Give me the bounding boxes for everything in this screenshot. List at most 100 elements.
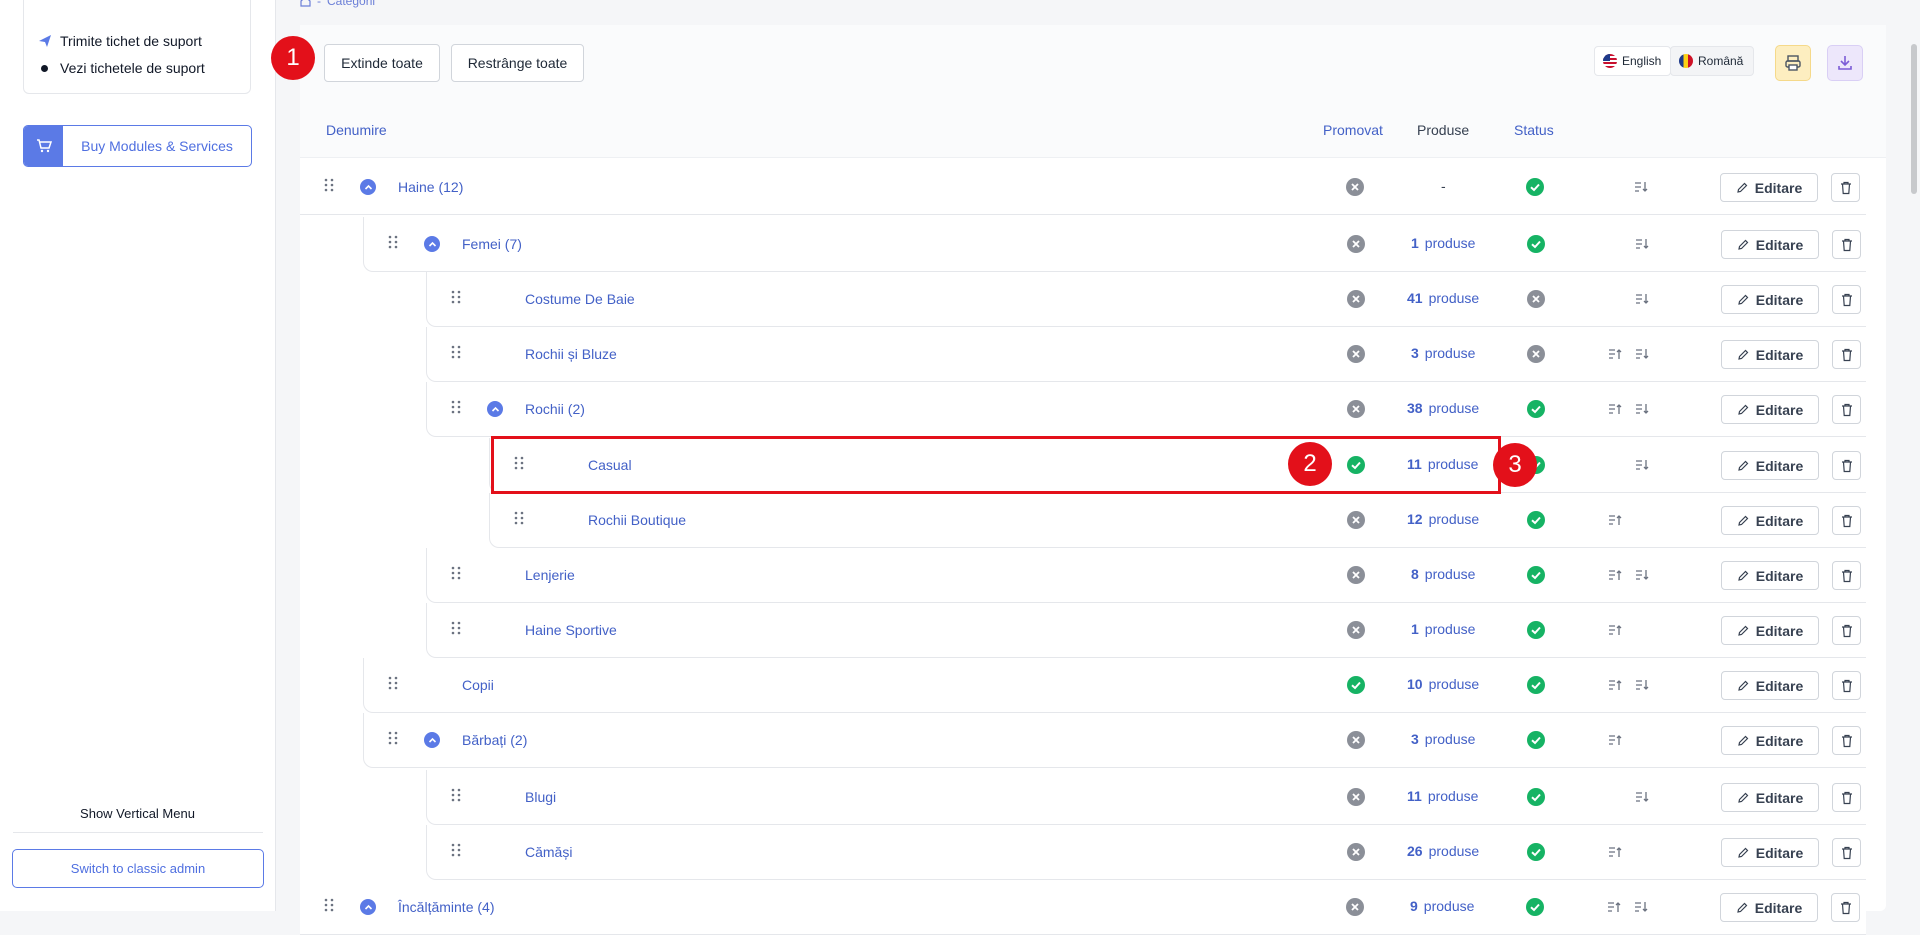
drag-handle-icon[interactable]: [451, 621, 461, 635]
status-active-icon[interactable]: [1527, 400, 1545, 421]
move-down-icon[interactable]: [1635, 458, 1649, 470]
delete-button[interactable]: [1832, 726, 1861, 755]
drag-handle-icon[interactable]: [451, 345, 461, 359]
edit-button[interactable]: Editare: [1721, 838, 1819, 867]
move-up-icon[interactable]: [1608, 402, 1622, 414]
drag-handle-icon[interactable]: [388, 235, 398, 249]
drag-handle-icon[interactable]: [451, 290, 461, 304]
status-active-icon[interactable]: [1527, 731, 1545, 752]
status-active-icon[interactable]: [1527, 843, 1545, 864]
collapse-chevron-icon[interactable]: [487, 401, 503, 417]
expand-all-button[interactable]: Extinde toate: [324, 44, 440, 82]
move-up-icon[interactable]: [1608, 623, 1622, 635]
edit-button[interactable]: Editare: [1720, 893, 1818, 922]
send-ticket-link[interactable]: Trimite tichet de suport: [38, 33, 202, 49]
delete-button[interactable]: [1831, 893, 1860, 922]
category-name[interactable]: Haine Sportive: [525, 622, 617, 638]
move-down-icon[interactable]: [1635, 568, 1649, 580]
category-name[interactable]: Cămăși: [525, 844, 572, 860]
collapse-all-button[interactable]: Restrânge toate: [451, 44, 584, 82]
category-name[interactable]: Blugi: [525, 789, 556, 805]
collapse-chevron-icon[interactable]: [424, 236, 440, 252]
download-button[interactable]: [1827, 45, 1863, 81]
edit-button[interactable]: Editare: [1721, 616, 1819, 645]
move-up-icon[interactable]: [1608, 678, 1622, 690]
move-down-icon[interactable]: [1635, 292, 1649, 304]
delete-button[interactable]: [1832, 506, 1861, 535]
category-name[interactable]: Femei (7): [462, 236, 522, 252]
not-promoted-x-icon[interactable]: [1347, 345, 1365, 366]
drag-handle-icon[interactable]: [324, 178, 334, 192]
edit-button[interactable]: Editare: [1720, 173, 1818, 202]
category-name[interactable]: Rochii și Bluze: [525, 346, 617, 362]
buy-modules-button[interactable]: Buy Modules & Services: [23, 125, 252, 167]
switch-classic-admin-button[interactable]: Switch to classic admin: [12, 849, 264, 888]
delete-button[interactable]: [1832, 838, 1861, 867]
header-promoted[interactable]: Promovat: [1323, 122, 1383, 138]
delete-button[interactable]: [1832, 395, 1861, 424]
category-name[interactable]: Copii: [462, 677, 494, 693]
category-name[interactable]: Lenjerie: [525, 567, 575, 583]
status-active-icon[interactable]: [1527, 621, 1545, 642]
move-up-icon[interactable]: [1608, 845, 1622, 857]
delete-button[interactable]: [1832, 671, 1861, 700]
products-link[interactable]: 8 produse: [1411, 566, 1475, 582]
view-tickets-link[interactable]: Vezi tichetele de suport: [38, 60, 205, 76]
move-down-icon[interactable]: [1634, 900, 1648, 912]
status-active-icon[interactable]: [1526, 898, 1544, 919]
drag-handle-icon[interactable]: [451, 400, 461, 414]
move-down-icon[interactable]: [1634, 180, 1648, 192]
home-icon[interactable]: [300, 0, 311, 7]
not-promoted-x-icon[interactable]: [1347, 843, 1365, 864]
delete-button[interactable]: [1832, 783, 1861, 812]
status-inactive-icon[interactable]: [1527, 345, 1545, 366]
delete-button[interactable]: [1832, 451, 1861, 480]
scrollbar[interactable]: [1911, 44, 1917, 194]
status-active-icon[interactable]: [1527, 676, 1545, 697]
collapse-chevron-icon[interactable]: [360, 179, 376, 195]
products-link[interactable]: 3 produse: [1411, 345, 1475, 361]
delete-button[interactable]: [1832, 616, 1861, 645]
move-up-icon[interactable]: [1608, 733, 1622, 745]
products-link[interactable]: 1 produse: [1411, 621, 1475, 637]
drag-handle-icon[interactable]: [514, 511, 524, 525]
move-up-icon[interactable]: [1608, 513, 1622, 525]
not-promoted-x-icon[interactable]: [1346, 898, 1364, 919]
not-promoted-x-icon[interactable]: [1347, 731, 1365, 752]
drag-handle-icon[interactable]: [451, 788, 461, 802]
not-promoted-x-icon[interactable]: [1347, 511, 1365, 532]
category-name[interactable]: Rochii Boutique: [588, 512, 686, 528]
header-status[interactable]: Status: [1514, 122, 1554, 138]
products-link[interactable]: 41 produse: [1407, 290, 1479, 306]
category-name[interactable]: Încălțăminte (4): [398, 899, 494, 915]
drag-handle-icon[interactable]: [388, 676, 398, 690]
edit-button[interactable]: Editare: [1721, 340, 1819, 369]
category-name[interactable]: Haine (12): [398, 179, 463, 195]
lang-english-button[interactable]: English: [1594, 46, 1671, 76]
edit-button[interactable]: Editare: [1721, 285, 1819, 314]
not-promoted-x-icon[interactable]: [1346, 178, 1364, 199]
move-up-icon[interactable]: [1608, 568, 1622, 580]
not-promoted-x-icon[interactable]: [1347, 621, 1365, 642]
edit-button[interactable]: Editare: [1721, 726, 1819, 755]
edit-button[interactable]: Editare: [1721, 671, 1819, 700]
products-link[interactable]: 11 produse: [1407, 788, 1478, 804]
move-down-icon[interactable]: [1635, 678, 1649, 690]
products-link[interactable]: 9 produse: [1410, 898, 1474, 914]
products-link[interactable]: 1 produse: [1411, 235, 1475, 251]
edit-button[interactable]: Editare: [1721, 230, 1819, 259]
status-active-icon[interactable]: [1527, 235, 1545, 256]
not-promoted-x-icon[interactable]: [1347, 235, 1365, 256]
drag-handle-icon[interactable]: [388, 731, 398, 745]
edit-button[interactable]: Editare: [1721, 451, 1819, 480]
move-down-icon[interactable]: [1635, 347, 1649, 359]
drag-handle-icon[interactable]: [451, 566, 461, 580]
status-active-icon[interactable]: [1526, 178, 1544, 199]
status-active-icon[interactable]: [1527, 511, 1545, 532]
breadcrumb-current[interactable]: Categorii: [327, 0, 375, 8]
collapse-chevron-icon[interactable]: [360, 899, 376, 915]
category-name[interactable]: Bărbați (2): [462, 732, 527, 748]
collapse-chevron-icon[interactable]: [424, 732, 440, 748]
edit-button[interactable]: Editare: [1721, 395, 1819, 424]
drag-handle-icon[interactable]: [324, 898, 334, 912]
